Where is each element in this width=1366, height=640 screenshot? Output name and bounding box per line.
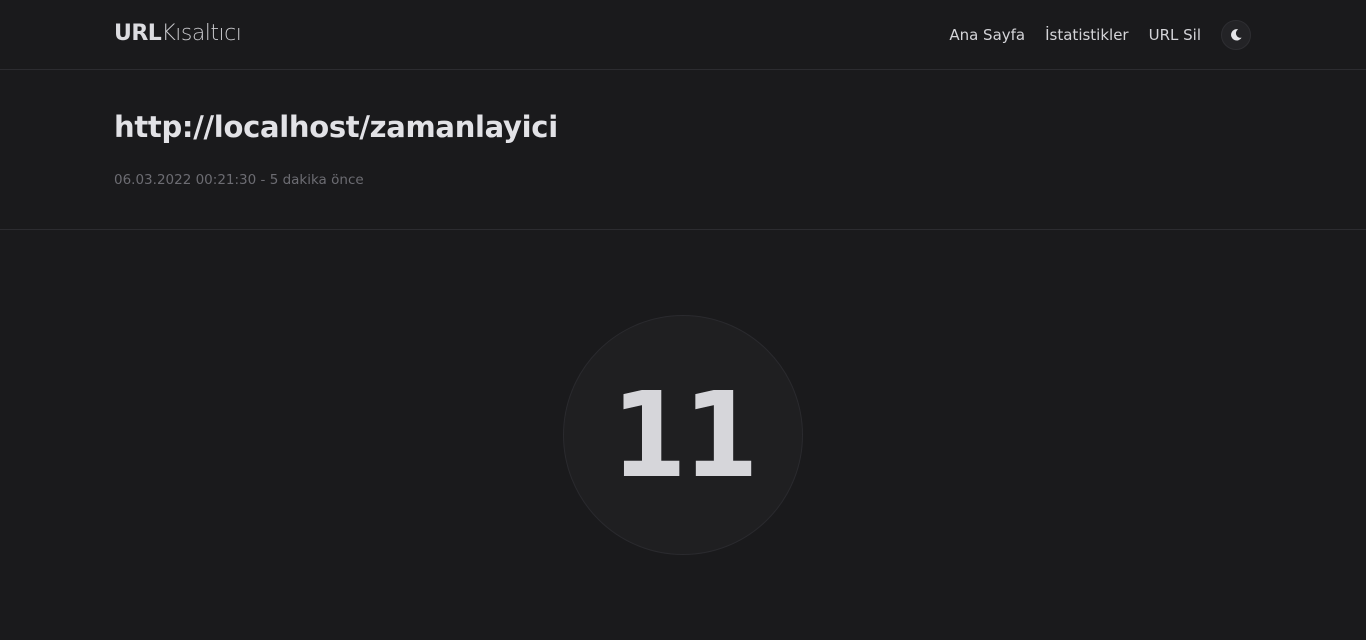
- short-url-title: http://localhost/zamanlayici: [114, 110, 558, 144]
- theme-toggle-button[interactable]: [1221, 20, 1251, 50]
- nav-stats-link[interactable]: İstatistikler: [1045, 26, 1128, 44]
- created-timestamp: 06.03.2022 00:21:30: [114, 172, 257, 188]
- nav-delete-url-link[interactable]: URL Sil: [1149, 26, 1201, 44]
- link-header: http://localhost/zamanlayici 06.03.2022 …: [0, 70, 1366, 230]
- meta-separator: -: [256, 172, 270, 188]
- brand-light: Kısaltıcı: [161, 21, 242, 46]
- brand-bold: URL: [114, 21, 162, 46]
- nav-home-link[interactable]: Ana Sayfa: [949, 26, 1025, 44]
- navbar: URLKısaltıcı Ana Sayfa İstatistikler URL…: [0, 0, 1366, 70]
- moon-icon: [1231, 29, 1242, 41]
- nav-links: Ana Sayfa İstatistikler URL Sil: [949, 20, 1251, 50]
- link-meta: 06.03.2022 00:21:30 - 5 dakika önce: [114, 172, 364, 188]
- brand-logo[interactable]: URLKısaltıcı: [114, 21, 242, 46]
- timer-section: 11: [0, 230, 1366, 640]
- countdown-circle: 11: [563, 315, 803, 555]
- relative-time: 5 dakika önce: [269, 172, 364, 188]
- countdown-value: 11: [611, 366, 758, 504]
